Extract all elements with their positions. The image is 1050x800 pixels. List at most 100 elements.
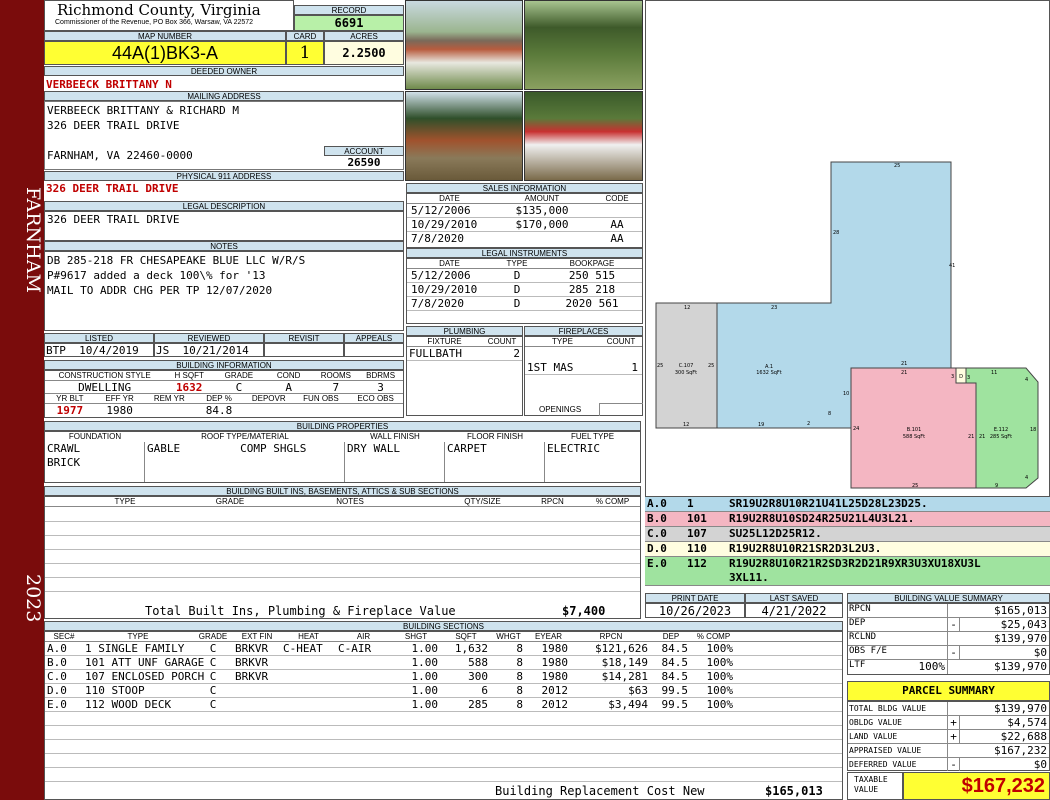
svg-text:3: 3 bbox=[951, 374, 954, 380]
svg-text:21: 21 bbox=[979, 434, 985, 440]
note-line: DB 285-218 FR CHESAPEAKE BLUE LLC W/R/S bbox=[47, 254, 306, 267]
sections-col: % COMP bbox=[696, 632, 731, 641]
building-sketch: A.1 1632 SqFt C.107 300 SqFt B.101 588 S… bbox=[645, 0, 1050, 497]
table-row: 1ST MAS 1 bbox=[525, 361, 642, 375]
house-photo bbox=[405, 0, 523, 90]
sales-table: DATE AMOUNT CODE 5/12/2006 $135,000 10/29… bbox=[406, 193, 643, 248]
sections-col: WHGT bbox=[496, 632, 521, 641]
sections-col: EXT FIN bbox=[241, 632, 273, 641]
svg-text:28: 28 bbox=[833, 230, 839, 236]
sections-col: SEC# bbox=[53, 632, 75, 641]
legend-item: C.0 107 SU25L12D25R12. bbox=[645, 527, 1050, 542]
notes-label: NOTES bbox=[44, 241, 404, 251]
svg-text:10: 10 bbox=[843, 391, 849, 397]
table-row: 10/29/2010 $170,000 AA bbox=[407, 218, 642, 232]
svg-text:18: 18 bbox=[1030, 427, 1036, 433]
table-row: FULLBATH 2 bbox=[407, 347, 522, 361]
svg-text:25: 25 bbox=[912, 483, 918, 489]
table-row: C.0 107 ENCLOSED PORCH C BRKVR 1.00 300 8 1980 $… bbox=[45, 670, 842, 684]
fireplaces-title: FIREPLACES bbox=[524, 326, 643, 336]
sales-col: CODE bbox=[605, 194, 629, 203]
city-label: FARNHAM bbox=[22, 187, 44, 293]
acres-value: 2.2500 bbox=[324, 41, 404, 65]
appeals-value bbox=[344, 343, 404, 357]
legal-instruments-table: DATE TYPE BOOKPAGE 5/12/2006 D 250 515 10/… bbox=[406, 258, 643, 324]
svg-text:23: 23 bbox=[771, 305, 777, 311]
building-sections-table: SEC# TYPE GRADE EXT FIN HEAT AIR SHGT SQFT WHGT E… bbox=[44, 631, 843, 800]
legal-description-label: LEGAL DESCRIPTION bbox=[44, 201, 404, 211]
table-row: 7/8/2020 AA bbox=[411, 232, 624, 245]
mailing-line-1: VERBEECK BRITTANY & RICHARD M bbox=[47, 104, 240, 117]
table-row: E.0 112 WOOD DECK C 1.00 285 8 2012 $3,494 99.5 1… bbox=[45, 698, 842, 712]
building-properties-table: FOUNDATION ROOF TYPE/MATERIAL WALL FINISH F… bbox=[44, 431, 641, 483]
plumbing-title: PLUMBING bbox=[406, 326, 523, 336]
legal-instruments-title: LEGAL INSTRUMENTS bbox=[406, 248, 643, 258]
sketch-sqft-c: 300 SqFt bbox=[675, 370, 697, 376]
svg-text:24: 24 bbox=[853, 426, 859, 432]
reviewed-value: JS 10/21/2014 bbox=[154, 343, 264, 357]
house-rear-photo bbox=[405, 91, 523, 181]
last-saved-value: 4/21/2022 bbox=[745, 603, 843, 618]
listed-value: BTP 10/4/2019 bbox=[44, 343, 154, 357]
card-value: 1 bbox=[286, 41, 324, 65]
building-sections-title: BUILDING SECTIONS bbox=[44, 621, 843, 631]
physical-address-label: PHYSICAL 911 ADDRESS bbox=[44, 171, 404, 181]
table-row bbox=[45, 726, 842, 740]
sections-col: EYEAR bbox=[534, 632, 563, 641]
svg-text:41: 41 bbox=[949, 263, 955, 269]
builtins-total-label: Total Built Ins, Plumbing & Fireplace Va… bbox=[145, 604, 456, 618]
last-saved-label: LAST SAVED bbox=[745, 593, 843, 603]
print-date-value: 10/26/2023 bbox=[645, 603, 745, 618]
svg-text:11: 11 bbox=[991, 370, 997, 376]
sales-title: SALES INFORMATION bbox=[406, 183, 643, 193]
table-row bbox=[45, 712, 842, 726]
table-row bbox=[45, 754, 842, 768]
county-title: Richmond County, Virginia bbox=[57, 1, 261, 19]
sketch-sqft-a: 1632 SqFt bbox=[756, 370, 782, 376]
parcel-summary-title: PARCEL SUMMARY bbox=[847, 681, 1050, 701]
mailing-address-label: MAILING ADDRESS bbox=[44, 91, 404, 101]
builtins-total-value: $7,400 bbox=[562, 604, 606, 618]
replacement-cost-label: Building Replacement Cost New bbox=[495, 784, 705, 798]
svg-text:8: 8 bbox=[828, 411, 831, 417]
table-row: 10/29/2010 D 285 218 bbox=[407, 283, 642, 297]
year-label: 2023 bbox=[22, 573, 44, 623]
table-row: 7/8/2020 D 2020 561 bbox=[407, 297, 642, 311]
building-info-title: BUILDING INFORMATION bbox=[44, 360, 404, 370]
parcel-summary: TOTAL BLDG VALUE $139,970 OBLDG VALUE + $4,… bbox=[847, 701, 1050, 771]
print-date-label: PRINT DATE bbox=[645, 593, 745, 603]
table-row: 5/12/2006 D 250 515 bbox=[407, 269, 642, 283]
deeded-owner-value: VERBEECK BRITTANY N bbox=[46, 78, 172, 91]
plumbing-table: FIXTURE COUNT FULLBATH 2 bbox=[406, 336, 523, 416]
notes-box: DB 285-218 FR CHESAPEAKE BLUE LLC W/R/S … bbox=[44, 251, 404, 331]
svg-text:3: 3 bbox=[967, 375, 970, 381]
table-row: DWELLING 1632 C A 7 3 bbox=[45, 381, 403, 394]
legend-item: D.0 110 R19U2R8U10R21SR2D3L2U3. bbox=[645, 542, 1050, 557]
table-row: B.0 101 ATT UNF GARAGE C BRKVR 1.00 588 8 1980 $… bbox=[45, 656, 842, 670]
sections-col: GRADE bbox=[198, 632, 228, 641]
sections-col: RPCN bbox=[599, 632, 623, 641]
sketch-label-e: E.112 bbox=[994, 427, 1008, 433]
deeded-owner-label: DEEDED OWNER bbox=[44, 66, 404, 76]
table-row: 1977 1980 84.8 bbox=[56, 404, 233, 417]
builtins-table: TYPE GRADE NOTES QTY/SIZE RPCN% COMP Total B… bbox=[44, 496, 641, 619]
legend-item: E.0 112 R19U2R8U10R21R2SD3R2D21R9XR3U3XU18… bbox=[645, 557, 1050, 586]
legend-item: A.0 1 SR19U2R8U10R21U41L25D28L23D25. bbox=[645, 497, 1050, 512]
sections-col: DEP bbox=[662, 632, 680, 641]
svg-text:21: 21 bbox=[901, 370, 907, 376]
svg-text:12: 12 bbox=[684, 305, 690, 311]
svg-text:4: 4 bbox=[1025, 377, 1028, 383]
table-row bbox=[45, 740, 842, 754]
listing-row: LISTED REVIEWED REVISIT APPEALS BTP 10/4… bbox=[44, 333, 404, 357]
acres-label: ACRES bbox=[324, 31, 404, 41]
table-row bbox=[45, 768, 842, 782]
yard-photo bbox=[524, 0, 643, 90]
building-properties-title: BUILDING PROPERTIES bbox=[44, 421, 641, 431]
table-row: A.0 1 SINGLE FAMILY C BRKVR C-HEAT C-AIR 1.00 1… bbox=[45, 642, 842, 656]
sidebar bbox=[0, 0, 44, 800]
card-label: CARD bbox=[286, 31, 324, 41]
table-row: D.0 110 STOOP C 1.00 6 8 2012 $63 99.5 100% bbox=[45, 684, 842, 698]
sales-col: AMOUNT bbox=[524, 194, 560, 203]
commissioner-text: Commissioner of the Revenue, PO Box 366,… bbox=[55, 19, 254, 26]
sketch-label-c: C.107 bbox=[679, 363, 694, 369]
